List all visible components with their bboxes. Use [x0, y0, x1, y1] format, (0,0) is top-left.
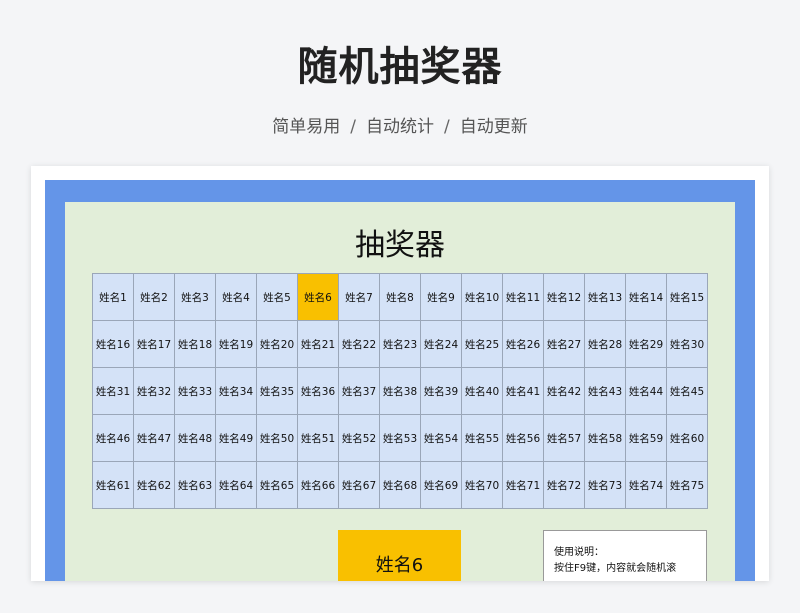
blue-frame: 抽奖器 姓名1 姓名2 姓名3 姓名4 姓名5 姓名6 姓名7 姓名8 姓名9 姓名10 姓名11 姓…	[45, 180, 755, 581]
name-cell[interactable]: 姓名32	[134, 368, 175, 415]
name-cell[interactable]: 姓名44	[626, 368, 667, 415]
name-cell[interactable]: 姓名50	[257, 415, 298, 462]
name-cell[interactable]: 姓名26	[503, 321, 544, 368]
name-cell[interactable]: 姓名61	[93, 462, 134, 509]
name-cell[interactable]: 姓名23	[380, 321, 421, 368]
name-cell[interactable]: 姓名54	[421, 415, 462, 462]
spreadsheet-preview-card: 抽奖器 姓名1 姓名2 姓名3 姓名4 姓名5 姓名6 姓名7 姓名8 姓名9 姓名10 姓名11 姓…	[31, 166, 769, 581]
instructions-text: 按住F9键，内容就会随机滚	[554, 563, 677, 574]
name-cell[interactable]: 姓名58	[585, 415, 626, 462]
name-cell[interactable]: 姓名20	[257, 321, 298, 368]
name-cell[interactable]: 姓名27	[544, 321, 585, 368]
name-cell[interactable]: 姓名40	[462, 368, 503, 415]
name-cell[interactable]: 姓名6	[298, 274, 339, 321]
name-cell[interactable]: 姓名53	[380, 415, 421, 462]
name-cell[interactable]: 姓名16	[93, 321, 134, 368]
name-cell[interactable]: 姓名24	[421, 321, 462, 368]
name-cell[interactable]: 姓名8	[380, 274, 421, 321]
name-cell[interactable]: 姓名39	[421, 368, 462, 415]
name-cell[interactable]: 姓名45	[667, 368, 708, 415]
instructions-box: 使用说明： 按住F9键，内容就会随机滚	[543, 530, 707, 581]
name-cell[interactable]: 姓名9	[421, 274, 462, 321]
name-cell[interactable]: 姓名33	[175, 368, 216, 415]
name-cell[interactable]: 姓名30	[667, 321, 708, 368]
sheet-area: 抽奖器 姓名1 姓名2 姓名3 姓名4 姓名5 姓名6 姓名7 姓名8 姓名9 姓名10 姓名11 姓…	[65, 202, 735, 581]
name-cell[interactable]: 姓名69	[421, 462, 462, 509]
name-cell[interactable]: 姓名66	[298, 462, 339, 509]
name-cell[interactable]: 姓名56	[503, 415, 544, 462]
name-cell[interactable]: 姓名21	[298, 321, 339, 368]
name-cell[interactable]: 姓名2	[134, 274, 175, 321]
name-cell[interactable]: 姓名18	[175, 321, 216, 368]
name-cell[interactable]: 姓名4	[216, 274, 257, 321]
name-cell[interactable]: 姓名72	[544, 462, 585, 509]
feature-auto-update: 自动更新	[459, 117, 528, 137]
name-cell[interactable]: 姓名46	[93, 415, 134, 462]
sheet-title: 抽奖器	[355, 228, 445, 263]
name-cell[interactable]: 姓名47	[134, 415, 175, 462]
name-cell[interactable]: 姓名59	[626, 415, 667, 462]
name-cell[interactable]: 姓名17	[134, 321, 175, 368]
name-cell[interactable]: 姓名55	[462, 415, 503, 462]
separator: /	[444, 117, 450, 137]
name-cell[interactable]: 姓名63	[175, 462, 216, 509]
name-cell[interactable]: 姓名38	[380, 368, 421, 415]
name-cell[interactable]: 姓名11	[503, 274, 544, 321]
name-cell[interactable]: 姓名12	[544, 274, 585, 321]
name-cell[interactable]: 姓名71	[503, 462, 544, 509]
separator: /	[350, 117, 356, 137]
name-cell[interactable]: 姓名48	[175, 415, 216, 462]
name-cell[interactable]: 姓名34	[216, 368, 257, 415]
name-cell[interactable]: 姓名52	[339, 415, 380, 462]
name-cell[interactable]: 姓名1	[93, 274, 134, 321]
name-cell[interactable]: 姓名42	[544, 368, 585, 415]
name-cell[interactable]: 姓名14	[626, 274, 667, 321]
name-cell[interactable]: 姓名70	[462, 462, 503, 509]
name-cell[interactable]: 姓名37	[339, 368, 380, 415]
name-cell[interactable]: 姓名49	[216, 415, 257, 462]
name-cell[interactable]: 姓名73	[585, 462, 626, 509]
name-cell[interactable]: 姓名29	[626, 321, 667, 368]
feature-auto-stats: 自动统计	[366, 117, 434, 137]
name-cell[interactable]: 姓名64	[216, 462, 257, 509]
name-cell[interactable]: 姓名10	[462, 274, 503, 321]
name-cell[interactable]: 姓名13	[585, 274, 626, 321]
name-cell[interactable]: 姓名74	[626, 462, 667, 509]
name-cell[interactable]: 姓名5	[257, 274, 298, 321]
name-cell[interactable]: 姓名68	[380, 462, 421, 509]
name-cell[interactable]: 姓名57	[544, 415, 585, 462]
name-cell[interactable]: 姓名67	[339, 462, 380, 509]
name-cell[interactable]: 姓名51	[298, 415, 339, 462]
name-cell[interactable]: 姓名35	[257, 368, 298, 415]
name-cell[interactable]: 姓名25	[462, 321, 503, 368]
name-cell[interactable]: 姓名75	[667, 462, 708, 509]
feature-list: 简单易用 / 自动统计 / 自动更新	[0, 112, 800, 137]
instructions-heading: 使用说明：	[554, 547, 604, 558]
page-title: 随机抽奖器	[297, 44, 503, 90]
name-cell[interactable]: 姓名60	[667, 415, 708, 462]
name-cell[interactable]: 姓名7	[339, 274, 380, 321]
name-cell[interactable]: 姓名65	[257, 462, 298, 509]
name-cell[interactable]: 姓名19	[216, 321, 257, 368]
name-cell[interactable]: 姓名62	[134, 462, 175, 509]
name-cell[interactable]: 姓名15	[667, 274, 708, 321]
name-cell[interactable]: 姓名36	[298, 368, 339, 415]
name-cell[interactable]: 姓名31	[93, 368, 134, 415]
name-cell[interactable]: 姓名22	[339, 321, 380, 368]
name-cell[interactable]: 姓名41	[503, 368, 544, 415]
feature-easy: 简单易用	[272, 117, 341, 137]
name-cell[interactable]: 姓名3	[175, 274, 216, 321]
name-grid: 姓名1 姓名2 姓名3 姓名4 姓名5 姓名6 姓名7 姓名8 姓名9 姓名10 姓名11 姓名12 姓…	[92, 273, 708, 509]
name-cell[interactable]: 姓名28	[585, 321, 626, 368]
draw-result: 姓名6	[338, 530, 461, 581]
name-cell[interactable]: 姓名43	[585, 368, 626, 415]
